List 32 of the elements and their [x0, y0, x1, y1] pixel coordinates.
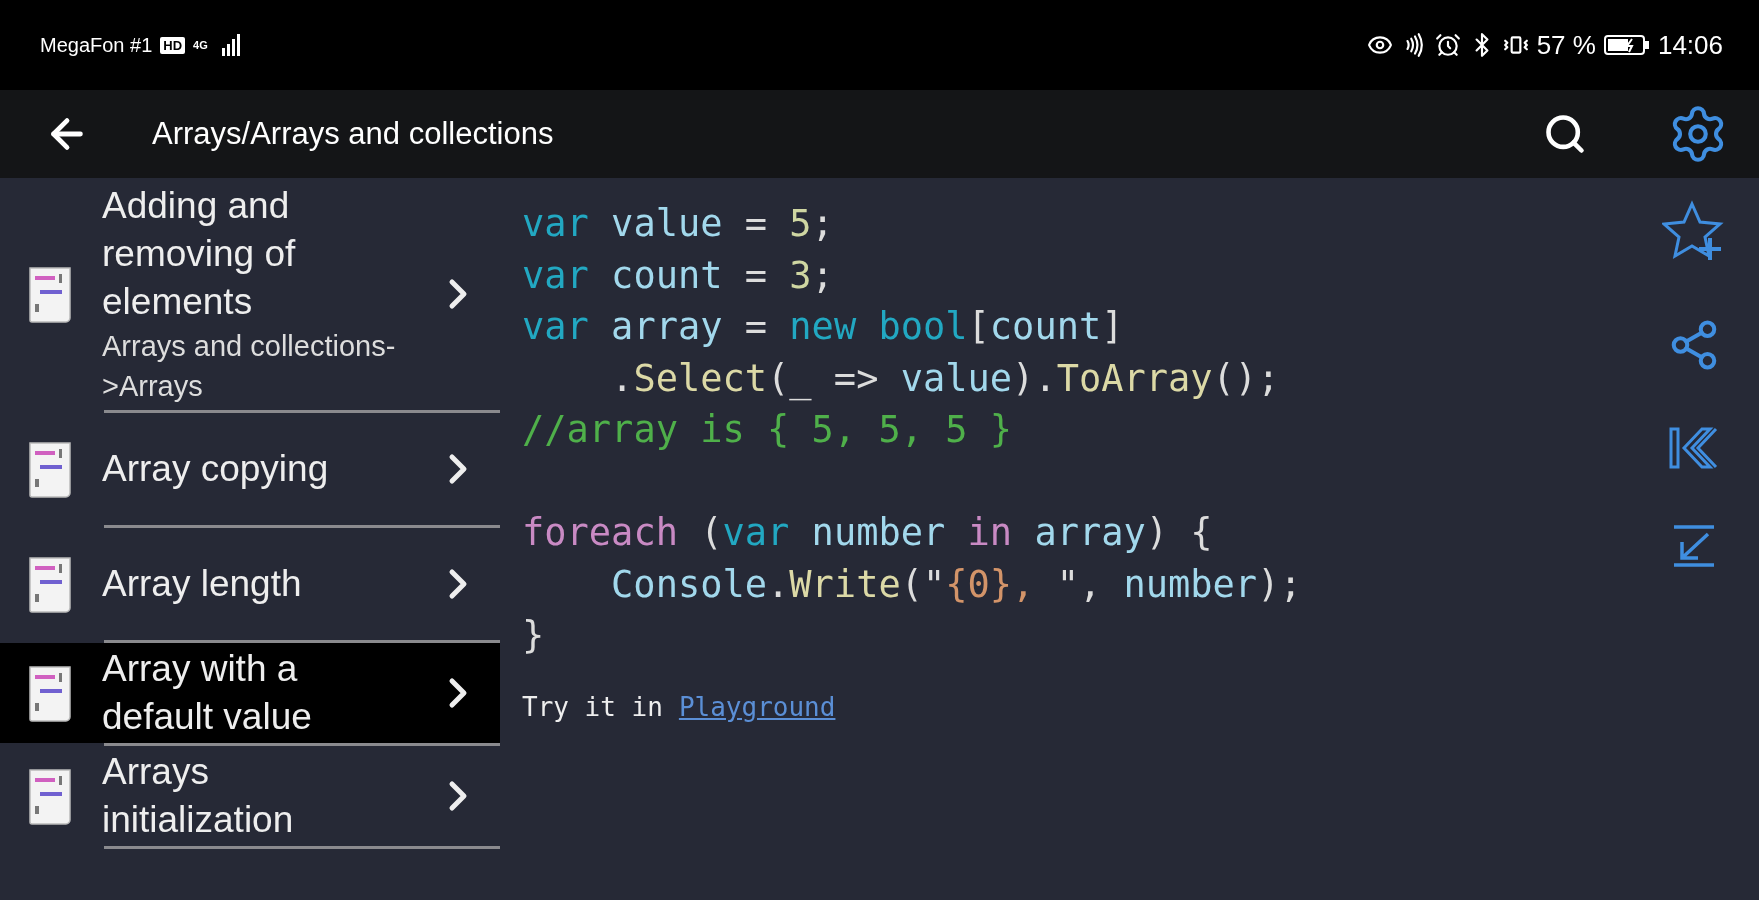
- topic-title: Arrays initialization: [102, 750, 295, 842]
- topic-list-item[interactable]: Adding and removing of elements Arrays and collections->Arrays: [0, 178, 500, 410]
- playground-link[interactable]: Playground: [678, 691, 836, 722]
- arrow-down-left-icon[interactable]: [1672, 524, 1716, 568]
- topic-path: Arrays and collections->Arrays: [102, 329, 397, 404]
- code-line: .Select(_ => value).ToArray();: [610, 355, 1280, 403]
- alarm-clock-icon: [1434, 32, 1461, 58]
- topic-title: Adding and removing of elements: [102, 184, 297, 324]
- battery-percent: 57 %: [1536, 29, 1596, 61]
- try-text: Try it in: [522, 691, 663, 722]
- topic-list-item[interactable]: Array length: [0, 528, 500, 640]
- skip-to-start-icon[interactable]: [1668, 426, 1720, 470]
- topic-list-item[interactable]: Arrays initialization: [0, 746, 500, 846]
- network-type: 4G: [193, 39, 208, 51]
- code-line: foreach (var number in array) {: [522, 510, 1213, 556]
- code-line: var array = new bool[count]: [522, 304, 1124, 350]
- topic-list-item[interactable]: Array with a default value: [0, 643, 500, 743]
- code-line: }: [522, 613, 545, 659]
- search-icon[interactable]: [1543, 112, 1587, 156]
- topic-title: Array copying: [102, 447, 330, 491]
- topic-list-item[interactable]: Array copying: [0, 413, 500, 525]
- battery-icon: [1603, 33, 1650, 57]
- topic-title: Array length: [102, 562, 303, 606]
- code-line: //array is { 5, 5, 5 }: [522, 407, 1013, 453]
- clock-time: 14:06: [1657, 29, 1723, 61]
- topic-title: Array with a default value: [102, 647, 313, 739]
- carrier-name: MegaFon #1: [40, 33, 153, 57]
- code-line: Console.Write("{0}, ", number);: [610, 561, 1302, 608]
- code-line: var value = 5;: [522, 201, 834, 247]
- hd-badge: HD: [160, 36, 186, 54]
- screen-title: Arrays/Arrays and collections: [152, 116, 555, 152]
- code-line: var count = 3;: [522, 252, 834, 299]
